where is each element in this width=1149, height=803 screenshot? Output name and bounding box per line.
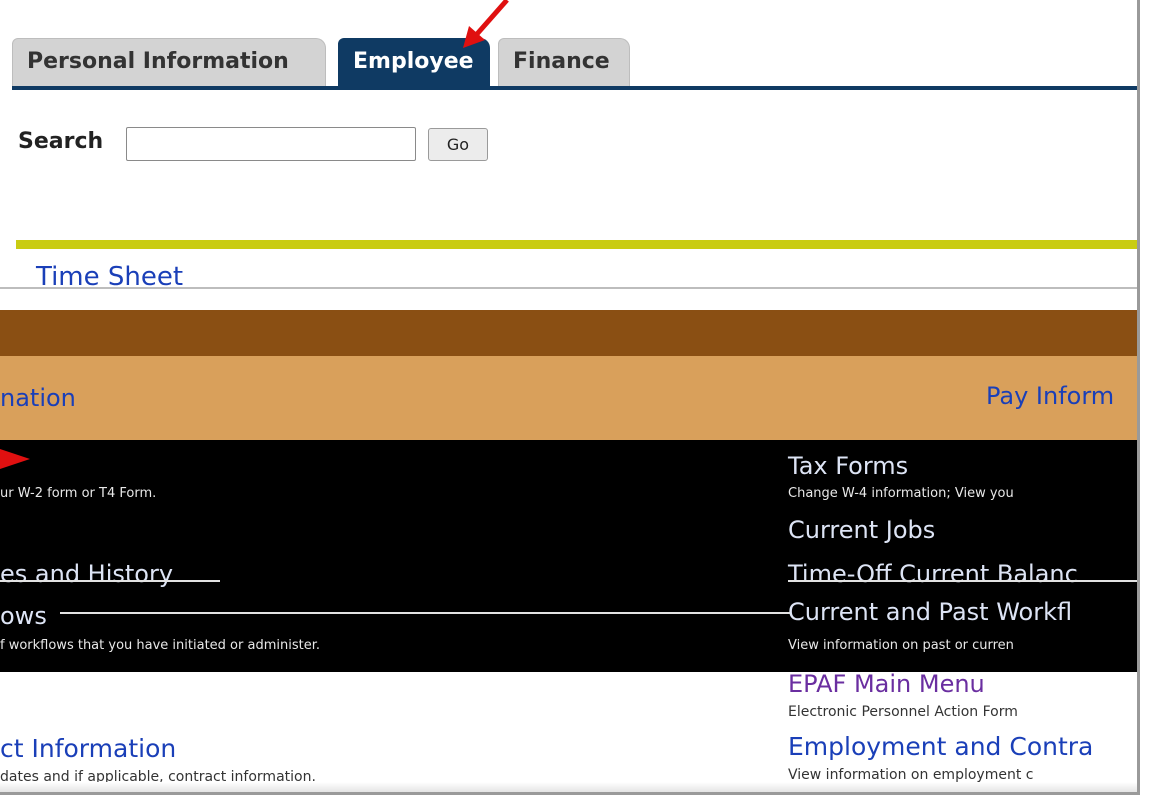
epaf-desc: Electronic Personnel Action Form — [788, 704, 1018, 720]
pay-information-link[interactable]: Pay Inform — [986, 382, 1114, 410]
pay-info-link-left[interactable]: nation — [0, 384, 76, 412]
tab-underline — [12, 86, 1137, 90]
epaf-main-menu-link[interactable]: EPAF Main Menu — [788, 670, 985, 698]
workflows-desc: View information on past or curren — [788, 638, 1014, 653]
go-button[interactable]: Go — [428, 128, 488, 161]
garbled-band-black: ur W-2 form or T4 Form. Tax Forms Change… — [0, 440, 1137, 672]
strike-line-right — [788, 580, 1137, 582]
annotation-arrow-icon — [463, 0, 509, 48]
strike-line-left — [0, 580, 220, 582]
employment-desc: View information on employment c — [788, 767, 1034, 783]
workflows-link[interactable]: Current and Past Workfl — [788, 598, 1072, 626]
time-off-balances-link[interactable]: Time-Off Current Balanc — [788, 560, 1078, 588]
tab-personal-information[interactable]: Personal Information — [12, 38, 326, 86]
contract-info-link-left[interactable]: ct Information — [0, 734, 176, 763]
workflows-link-left[interactable]: ows — [0, 602, 47, 630]
tab-finance[interactable]: Finance — [498, 38, 630, 86]
employment-contracts-link[interactable]: Employment and Contra — [788, 732, 1093, 761]
garbled-band-tan: nation Pay Inform — [0, 356, 1137, 440]
garbled-band-brown — [0, 310, 1137, 356]
annotation-arrow-left-icon — [0, 449, 30, 469]
search-label: Search — [18, 129, 104, 154]
tax-forms-desc: Change W-4 information; View you — [788, 486, 1014, 501]
browser-frame: Personal Information Employee Finance Se… — [0, 0, 1140, 795]
tab-bar: Personal Information Employee Finance — [0, 32, 1137, 88]
current-jobs-link[interactable]: Current Jobs — [788, 516, 935, 544]
workflows-desc-left: f workflows that you have initiated or a… — [0, 638, 320, 653]
tax-desc-left: ur W-2 form or T4 Form. — [0, 486, 157, 501]
tax-forms-link[interactable]: Tax Forms — [788, 452, 908, 480]
accent-divider — [16, 240, 1137, 249]
divider-line — [0, 287, 1137, 289]
leave-history-link-left[interactable]: es and History — [0, 560, 173, 588]
search-input[interactable] — [126, 127, 416, 161]
strike-line-middle — [60, 612, 790, 614]
frame-bottom-edge — [0, 782, 1137, 792]
